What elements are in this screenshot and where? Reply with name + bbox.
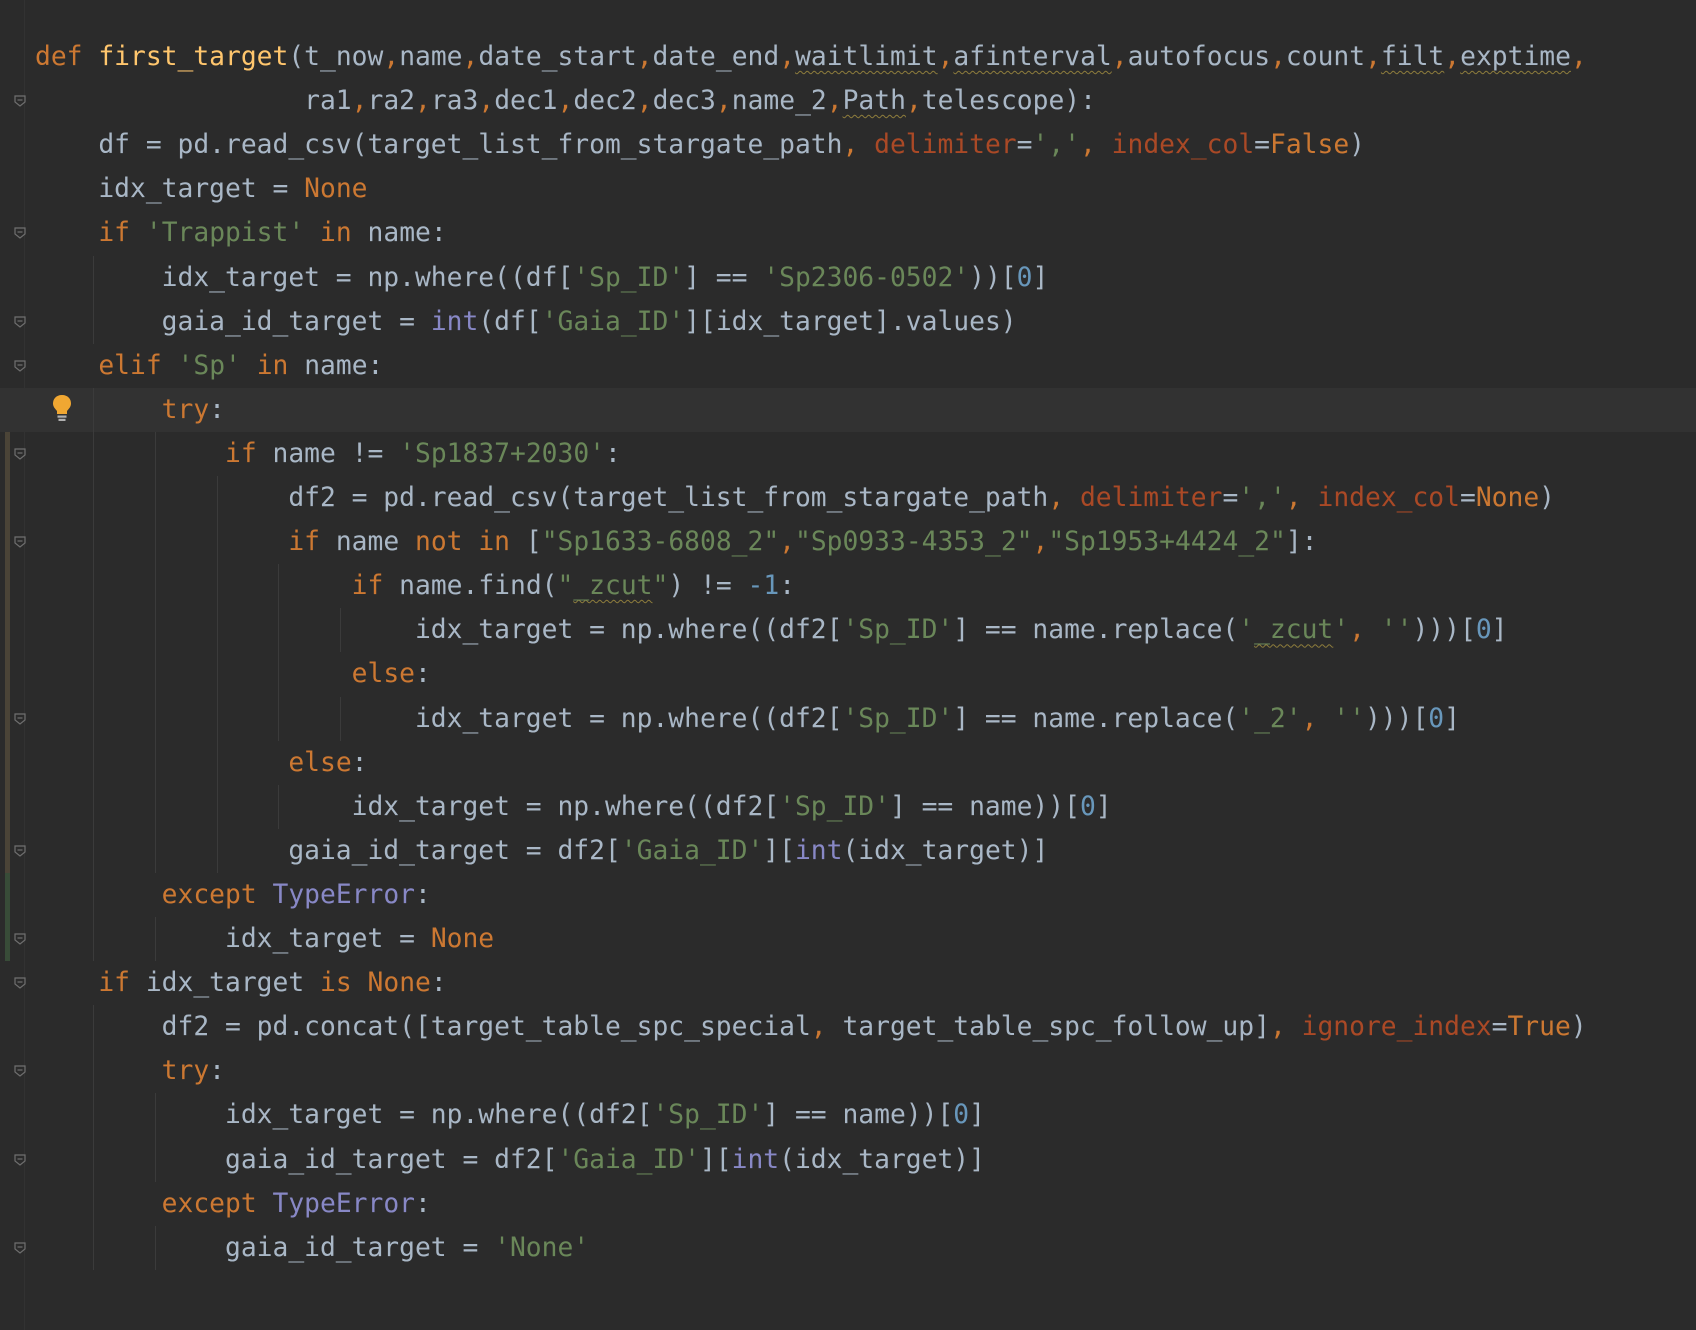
code-line[interactable]: idx_target = np.where((df2['Sp_ID'] == n… bbox=[35, 608, 1508, 652]
fold-marker-icon[interactable] bbox=[14, 536, 26, 548]
fold-marker-icon[interactable] bbox=[14, 933, 26, 945]
fold-marker-icon[interactable] bbox=[14, 977, 26, 989]
code-line[interactable]: if idx_target is None: bbox=[35, 961, 446, 1005]
fold-marker-icon[interactable] bbox=[14, 712, 26, 725]
code-line[interactable]: try: bbox=[35, 1049, 225, 1093]
code-line[interactable]: else: bbox=[35, 741, 367, 785]
code-line[interactable]: ra1,ra2,ra3,dec1,dec2,dec3,name_2,Path,t… bbox=[35, 79, 1096, 123]
code-line[interactable]: gaia_id_target = 'None' bbox=[35, 1226, 589, 1270]
code-line[interactable]: df = pd.read_csv(target_list_from_starga… bbox=[35, 123, 1365, 167]
code-line[interactable]: idx_target = np.where((df2['Sp_ID'] == n… bbox=[35, 697, 1460, 741]
code-line[interactable]: except TypeError: bbox=[35, 873, 431, 917]
code-line[interactable]: idx_target = np.where((df['Sp_ID'] == 'S… bbox=[35, 256, 1049, 300]
code-line[interactable]: if name != 'Sp1837+2030': bbox=[35, 432, 621, 476]
vcs-change-marker[interactable] bbox=[5, 431, 10, 917]
code-line[interactable]: if name.find("_zcut") != -1: bbox=[35, 564, 795, 608]
code-line[interactable]: idx_target = np.where((df2['Sp_ID'] == n… bbox=[35, 785, 1112, 829]
vcs-change-marker[interactable] bbox=[5, 872, 10, 962]
code-line[interactable]: try: bbox=[35, 388, 225, 432]
current-line-highlight bbox=[0, 387, 1696, 432]
code-line[interactable]: elif 'Sp' in name: bbox=[35, 344, 383, 388]
code-line[interactable]: df2 = pd.read_csv(target_list_from_starg… bbox=[35, 476, 1555, 520]
fold-marker-icon[interactable] bbox=[14, 227, 26, 240]
fold-marker-icon[interactable] bbox=[14, 448, 26, 460]
editor-gutter bbox=[0, 0, 26, 1330]
code-line[interactable]: idx_target = None bbox=[35, 917, 494, 961]
fold-marker-icon[interactable] bbox=[14, 1153, 26, 1166]
fold-marker-icon[interactable] bbox=[14, 315, 26, 328]
code-line[interactable]: idx_target = None bbox=[35, 167, 367, 211]
fold-marker-icon[interactable] bbox=[14, 845, 26, 857]
code-line[interactable]: if name not in ["Sp1633-6808_2","Sp0933-… bbox=[35, 520, 1317, 564]
code-line[interactable]: if 'Trappist' in name: bbox=[35, 211, 446, 255]
code-line[interactable]: except TypeError: bbox=[35, 1182, 431, 1226]
fold-marker-icon[interactable] bbox=[14, 95, 26, 107]
code-line[interactable]: gaia_id_target = df2['Gaia_ID'][int(idx_… bbox=[35, 829, 1048, 873]
code-line[interactable]: gaia_id_target = int(df['Gaia_ID'][idx_t… bbox=[35, 300, 1017, 344]
fold-marker-icon[interactable] bbox=[14, 360, 26, 372]
code-line[interactable]: df2 = pd.concat([target_table_spc_specia… bbox=[35, 1005, 1587, 1049]
fold-marker-icon[interactable] bbox=[14, 1242, 26, 1254]
code-editor[interactable]: def first_target(t_now,name,date_start,d… bbox=[0, 0, 1696, 1330]
code-line[interactable]: idx_target = np.where((df2['Sp_ID'] == n… bbox=[35, 1093, 985, 1137]
fold-marker-icon[interactable] bbox=[14, 1065, 26, 1078]
code-line[interactable]: else: bbox=[35, 652, 431, 696]
code-line[interactable]: gaia_id_target = df2['Gaia_ID'][int(idx_… bbox=[35, 1138, 985, 1182]
code-line[interactable]: def first_target(t_now,name,date_start,d… bbox=[35, 35, 1587, 79]
